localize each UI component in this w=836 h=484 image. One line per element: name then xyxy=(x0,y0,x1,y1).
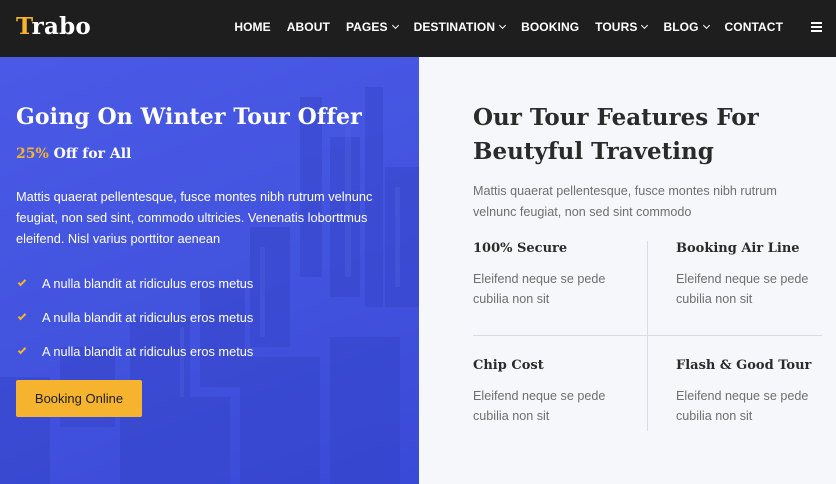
offer-checklist: A nulla blandit at ridiculus eros metus … xyxy=(16,266,253,368)
nav-label: ABOUT xyxy=(286,20,330,34)
nav-label: CONTACT xyxy=(724,20,783,34)
feature-chip-cost: Chip Cost Eleifend neque se pede cubilia… xyxy=(473,358,633,426)
offer-description: Mattis quaerat pellentesque, fusce monte… xyxy=(16,189,373,246)
site-logo[interactable]: Trabo xyxy=(16,13,91,40)
nav-pages[interactable]: PAGES xyxy=(345,20,399,34)
feature-title: Chip Cost xyxy=(473,358,544,373)
nav-label: HOME xyxy=(234,20,271,34)
feature-flash-good-tour: Flash & Good Tour Eleifend neque se pede… xyxy=(676,358,836,426)
nav-label: TOURS xyxy=(595,20,638,34)
offer-percent: 25% xyxy=(16,146,49,162)
nav-contact[interactable]: CONTACT xyxy=(725,20,783,34)
feature-title: Flash & Good Tour xyxy=(676,358,812,373)
nav-booking[interactable]: BOOKING xyxy=(521,20,579,34)
check-icon xyxy=(17,277,27,286)
feature-text: Eleifend neque se pede cubilia non sit xyxy=(676,272,809,306)
feature-text: Eleifend neque se pede cubilia non sit xyxy=(473,389,606,423)
features-grid: 100% Secure Eleifend neque se pede cubil… xyxy=(473,241,822,431)
features-title: Our Tour Features For Beutyful Traveting xyxy=(473,104,759,165)
nav-label: DESTINATION xyxy=(413,20,496,34)
divider xyxy=(473,335,822,336)
nav-label: BLOG xyxy=(663,20,699,34)
nav-label: BOOKING xyxy=(521,20,580,34)
feature-secure: 100% Secure Eleifend neque se pede cubil… xyxy=(473,241,633,309)
feature-text: Eleifend neque se pede cubilia non sit xyxy=(473,272,606,306)
nav-blog[interactable]: BLOG xyxy=(663,20,710,34)
nav-destination[interactable]: DESTINATION xyxy=(413,20,507,34)
nav-home[interactable]: HOME xyxy=(234,20,270,34)
offer-title: Going On Winter Tour Offer xyxy=(16,104,362,130)
chevron-down-icon xyxy=(391,21,399,30)
features-description: Mattis quaerat pellentesque, fusce monte… xyxy=(473,184,777,219)
check-icon xyxy=(17,311,27,320)
feature-title: Booking Air Line xyxy=(676,241,800,256)
winter-offer-panel: Going On Winter Tour Offer 25% Off for A… xyxy=(0,57,419,484)
feature-booking-air-line: Booking Air Line Eleifend neque se pede … xyxy=(676,241,836,309)
booking-online-button[interactable]: Booking Online xyxy=(16,380,142,417)
hamburger-icon[interactable] xyxy=(811,22,822,32)
offer-subtitle: 25% Off for All xyxy=(16,146,131,162)
feature-title: 100% Secure xyxy=(473,241,568,256)
chevron-down-icon xyxy=(499,21,507,30)
logo-text: rabo xyxy=(31,13,91,40)
nav-about[interactable]: ABOUT xyxy=(287,20,330,34)
top-navbar: Trabo HOME ABOUT PAGES DESTINATION BOOKI… xyxy=(0,0,836,57)
tour-features-panel: Our Tour Features For Beutyful Traveting… xyxy=(419,57,836,484)
check-icon xyxy=(17,345,27,354)
list-item-text: A nulla blandit at ridiculus eros metus xyxy=(42,343,254,359)
chevron-down-icon xyxy=(641,21,649,30)
nav-tours[interactable]: TOURS xyxy=(595,20,649,34)
logo-initial: T xyxy=(16,13,32,40)
chevron-down-icon xyxy=(702,21,710,30)
divider xyxy=(647,241,648,431)
feature-text: Eleifend neque se pede cubilia non sit xyxy=(676,389,809,423)
main-nav: HOME ABOUT PAGES DESTINATION BOOKING TOU… xyxy=(234,20,822,34)
list-item: A nulla blandit at ridiculus eros metus xyxy=(16,266,253,300)
list-item-text: A nulla blandit at ridiculus eros metus xyxy=(42,309,254,325)
list-item-text: A nulla blandit at ridiculus eros metus xyxy=(42,275,254,291)
list-item: A nulla blandit at ridiculus eros metus xyxy=(16,334,253,368)
list-item: A nulla blandit at ridiculus eros metus xyxy=(16,300,253,334)
offer-text: Off for All xyxy=(53,146,132,162)
nav-label: PAGES xyxy=(345,20,388,34)
